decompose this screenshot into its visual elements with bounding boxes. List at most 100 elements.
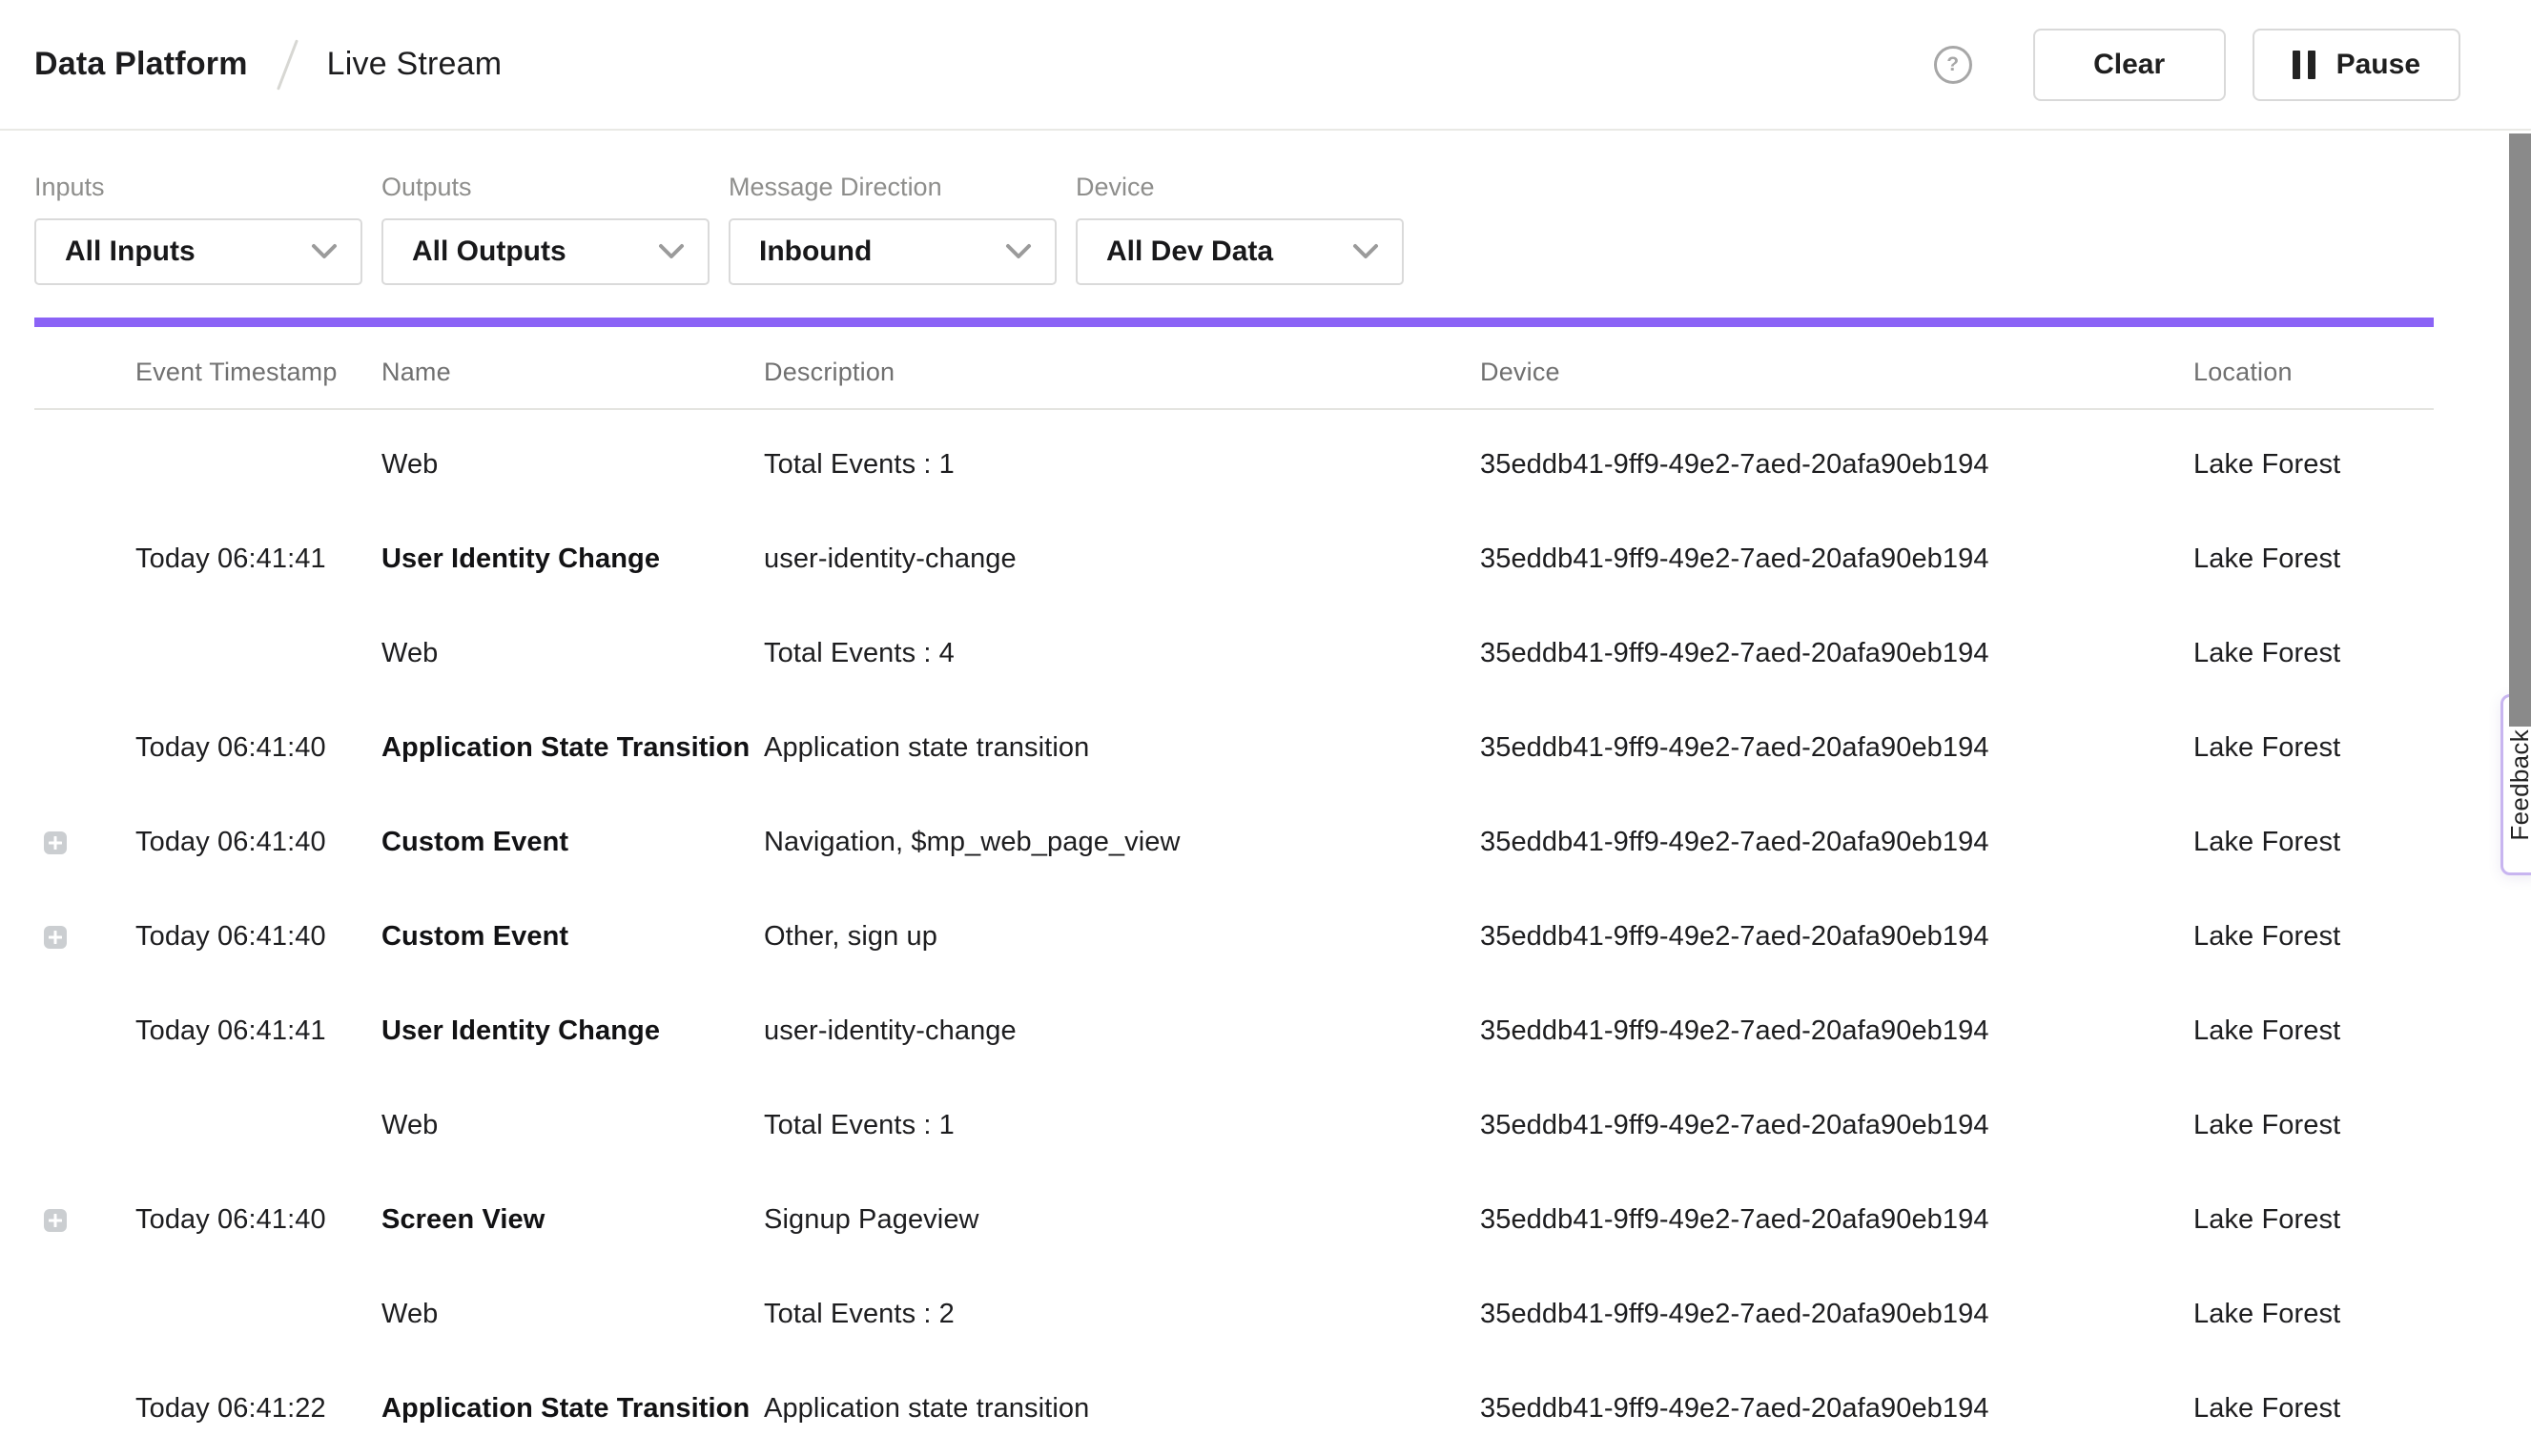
cell-location: Lake Forest: [2193, 449, 2434, 481]
outputs-filter-label: Outputs: [381, 173, 710, 202]
cell-expand: [34, 1115, 135, 1138]
outputs-filter-value: All Outputs: [412, 236, 566, 268]
live-stream-page: Data Platform Live Stream ? Clear Pause …: [0, 0, 2531, 1417]
device-filter-select[interactable]: All Dev Data: [1076, 218, 1404, 285]
clear-button[interactable]: Clear: [2033, 29, 2226, 101]
breadcrumb-separator-icon: [277, 39, 298, 90]
column-event-timestamp: Event Timestamp: [135, 358, 381, 387]
cell-location: Lake Forest: [2193, 1204, 2434, 1236]
outputs-filter-select[interactable]: All Outputs: [381, 218, 710, 285]
cell-description: Application state transition: [764, 1393, 1480, 1425]
cell-expand: [34, 1303, 135, 1326]
cell-description: Other, sign up: [764, 921, 1480, 953]
cell-device: 35eddb41-9ff9-49e2-7aed-20afa90eb194: [1480, 1204, 2193, 1236]
cell-location: Lake Forest: [2193, 921, 2434, 953]
cell-event-timestamp: Today 06:41:41: [135, 1015, 381, 1047]
table-row[interactable]: Today 06:41:40 Application State Transit…: [34, 701, 2434, 795]
expand-row-button[interactable]: [44, 831, 67, 854]
page-title: Live Stream: [327, 46, 503, 83]
feedback-tab-label: Feedback: [2505, 729, 2531, 841]
cell-expand: [34, 737, 135, 760]
cell-description: Total Events : 2: [764, 1299, 1480, 1330]
cell-description: Total Events : 4: [764, 638, 1480, 669]
table-row[interactable]: Today 06:41:41 User Identity Change user…: [34, 512, 2434, 606]
table-row[interactable]: Web Total Events : 1 35eddb41-9ff9-49e2-…: [34, 418, 2434, 512]
table-row[interactable]: Today 06:41:40 Screen View Signup Pagevi…: [34, 1173, 2434, 1267]
cell-location: Lake Forest: [2193, 732, 2434, 764]
expand-row-button[interactable]: [44, 926, 67, 949]
inputs-filter-label: Inputs: [34, 173, 362, 202]
cell-expand: [34, 831, 135, 854]
cell-event-timestamp: Today 06:41:40: [135, 1204, 381, 1236]
cell-device: 35eddb41-9ff9-49e2-7aed-20afa90eb194: [1480, 827, 2193, 858]
table-row[interactable]: Today 06:41:40 Custom Event Navigation, …: [34, 795, 2434, 890]
cell-name: Web: [381, 449, 764, 481]
plus-icon: [49, 836, 62, 850]
cell-device: 35eddb41-9ff9-49e2-7aed-20afa90eb194: [1480, 1393, 2193, 1425]
cell-location: Lake Forest: [2193, 638, 2434, 669]
cell-name: Web: [381, 1110, 764, 1141]
column-name: Name: [381, 358, 764, 387]
cell-expand: [34, 1020, 135, 1043]
cell-name: Application State Transition: [381, 732, 764, 764]
cell-expand: [34, 548, 135, 571]
inputs-filter-value: All Inputs: [65, 236, 195, 268]
cell-location: Lake Forest: [2193, 1393, 2434, 1425]
expand-row-button[interactable]: [44, 1209, 67, 1232]
chevron-down-icon: [1352, 243, 1379, 260]
table-header-row: Event Timestamp Name Description Device …: [34, 327, 2434, 410]
cell-name: Custom Event: [381, 827, 764, 858]
device-filter-label: Device: [1076, 173, 1404, 202]
cell-expand: [34, 926, 135, 949]
filter-group-inputs: Inputs All Inputs: [34, 173, 362, 285]
help-icon[interactable]: ?: [1934, 46, 1972, 84]
table-row[interactable]: Today 06:41:41 User Identity Change user…: [34, 984, 2434, 1078]
table-body: Web Total Events : 1 35eddb41-9ff9-49e2-…: [34, 410, 2434, 1456]
cell-description: user-identity-change: [764, 1015, 1480, 1047]
table-row[interactable]: Web Total Events : 2 35eddb41-9ff9-49e2-…: [34, 1267, 2434, 1362]
cell-name: Application State Transition: [381, 1393, 764, 1425]
cell-description: Total Events : 1: [764, 1110, 1480, 1141]
inputs-filter-select[interactable]: All Inputs: [34, 218, 362, 285]
events-table: Event Timestamp Name Description Device …: [34, 327, 2434, 1456]
column-location: Location: [2193, 358, 2434, 387]
cell-device: 35eddb41-9ff9-49e2-7aed-20afa90eb194: [1480, 921, 2193, 953]
filter-group-message-direction: Message Direction Inbound: [729, 173, 1057, 285]
cell-name: Screen View: [381, 1204, 764, 1236]
cell-event-timestamp: Today 06:41:40: [135, 732, 381, 764]
header-actions: ? Clear Pause: [1934, 29, 2460, 101]
clear-button-label: Clear: [2093, 49, 2165, 81]
message-direction-filter-select[interactable]: Inbound: [729, 218, 1057, 285]
cell-location: Lake Forest: [2193, 1110, 2434, 1141]
plus-icon: [49, 931, 62, 944]
cell-name: Web: [381, 1299, 764, 1330]
device-filter-value: All Dev Data: [1106, 236, 1273, 268]
column-device: Device: [1480, 358, 2193, 387]
message-direction-filter-label: Message Direction: [729, 173, 1057, 202]
pause-button-label: Pause: [2336, 49, 2420, 81]
chevron-down-icon: [311, 243, 338, 260]
cell-device: 35eddb41-9ff9-49e2-7aed-20afa90eb194: [1480, 1110, 2193, 1141]
cell-device: 35eddb41-9ff9-49e2-7aed-20afa90eb194: [1480, 732, 2193, 764]
filter-group-device: Device All Dev Data: [1076, 173, 1404, 285]
cell-expand: [34, 643, 135, 666]
pause-icon: [2293, 51, 2315, 79]
cell-event-timestamp: Today 06:41:22: [135, 1393, 381, 1425]
cell-event-timestamp: Today 06:41:41: [135, 543, 381, 575]
table-row[interactable]: Web Total Events : 1 35eddb41-9ff9-49e2-…: [34, 1078, 2434, 1173]
filter-group-outputs: Outputs All Outputs: [381, 173, 710, 285]
cell-description: user-identity-change: [764, 543, 1480, 575]
cell-expand: [34, 454, 135, 477]
breadcrumb-section[interactable]: Data Platform: [34, 46, 248, 83]
table-row[interactable]: Web Total Events : 4 35eddb41-9ff9-49e2-…: [34, 606, 2434, 701]
table-row[interactable]: Today 06:41:40 Custom Event Other, sign …: [34, 890, 2434, 984]
cell-name: Web: [381, 638, 764, 669]
pause-button[interactable]: Pause: [2253, 29, 2460, 101]
cell-event-timestamp: Today 06:41:40: [135, 827, 381, 858]
cell-name: Custom Event: [381, 921, 764, 953]
vertical-scrollbar-thumb[interactable]: [2509, 133, 2531, 727]
table-row[interactable]: Today 06:41:22 Application State Transit…: [34, 1362, 2434, 1456]
message-direction-filter-value: Inbound: [759, 236, 872, 268]
cell-description: Application state transition: [764, 732, 1480, 764]
cell-location: Lake Forest: [2193, 543, 2434, 575]
